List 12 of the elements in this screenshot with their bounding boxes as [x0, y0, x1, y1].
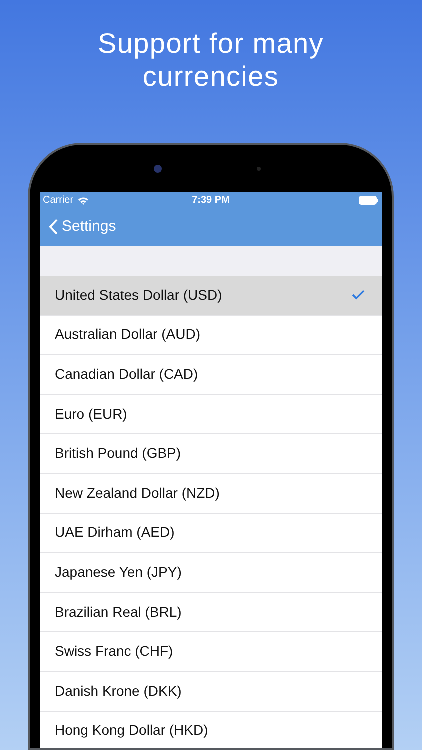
checkmark-icon — [352, 290, 365, 300]
headline: Support for many currencies — [97, 27, 325, 94]
currency-row[interactable]: UAE Dirham (AED) — [40, 514, 382, 554]
wifi-icon — [78, 196, 89, 204]
battery-icon — [359, 196, 379, 205]
carrier-label: Carrier — [43, 194, 74, 208]
chevron-left-icon — [49, 219, 58, 236]
time-label: 7:39 PM — [192, 194, 230, 208]
currency-row[interactable]: Australian Dollar (AUD) — [40, 316, 382, 356]
camera-icon — [154, 165, 162, 173]
currency-row[interactable]: United States Dollar (USD) — [40, 276, 382, 316]
sensor-icon — [257, 167, 261, 171]
